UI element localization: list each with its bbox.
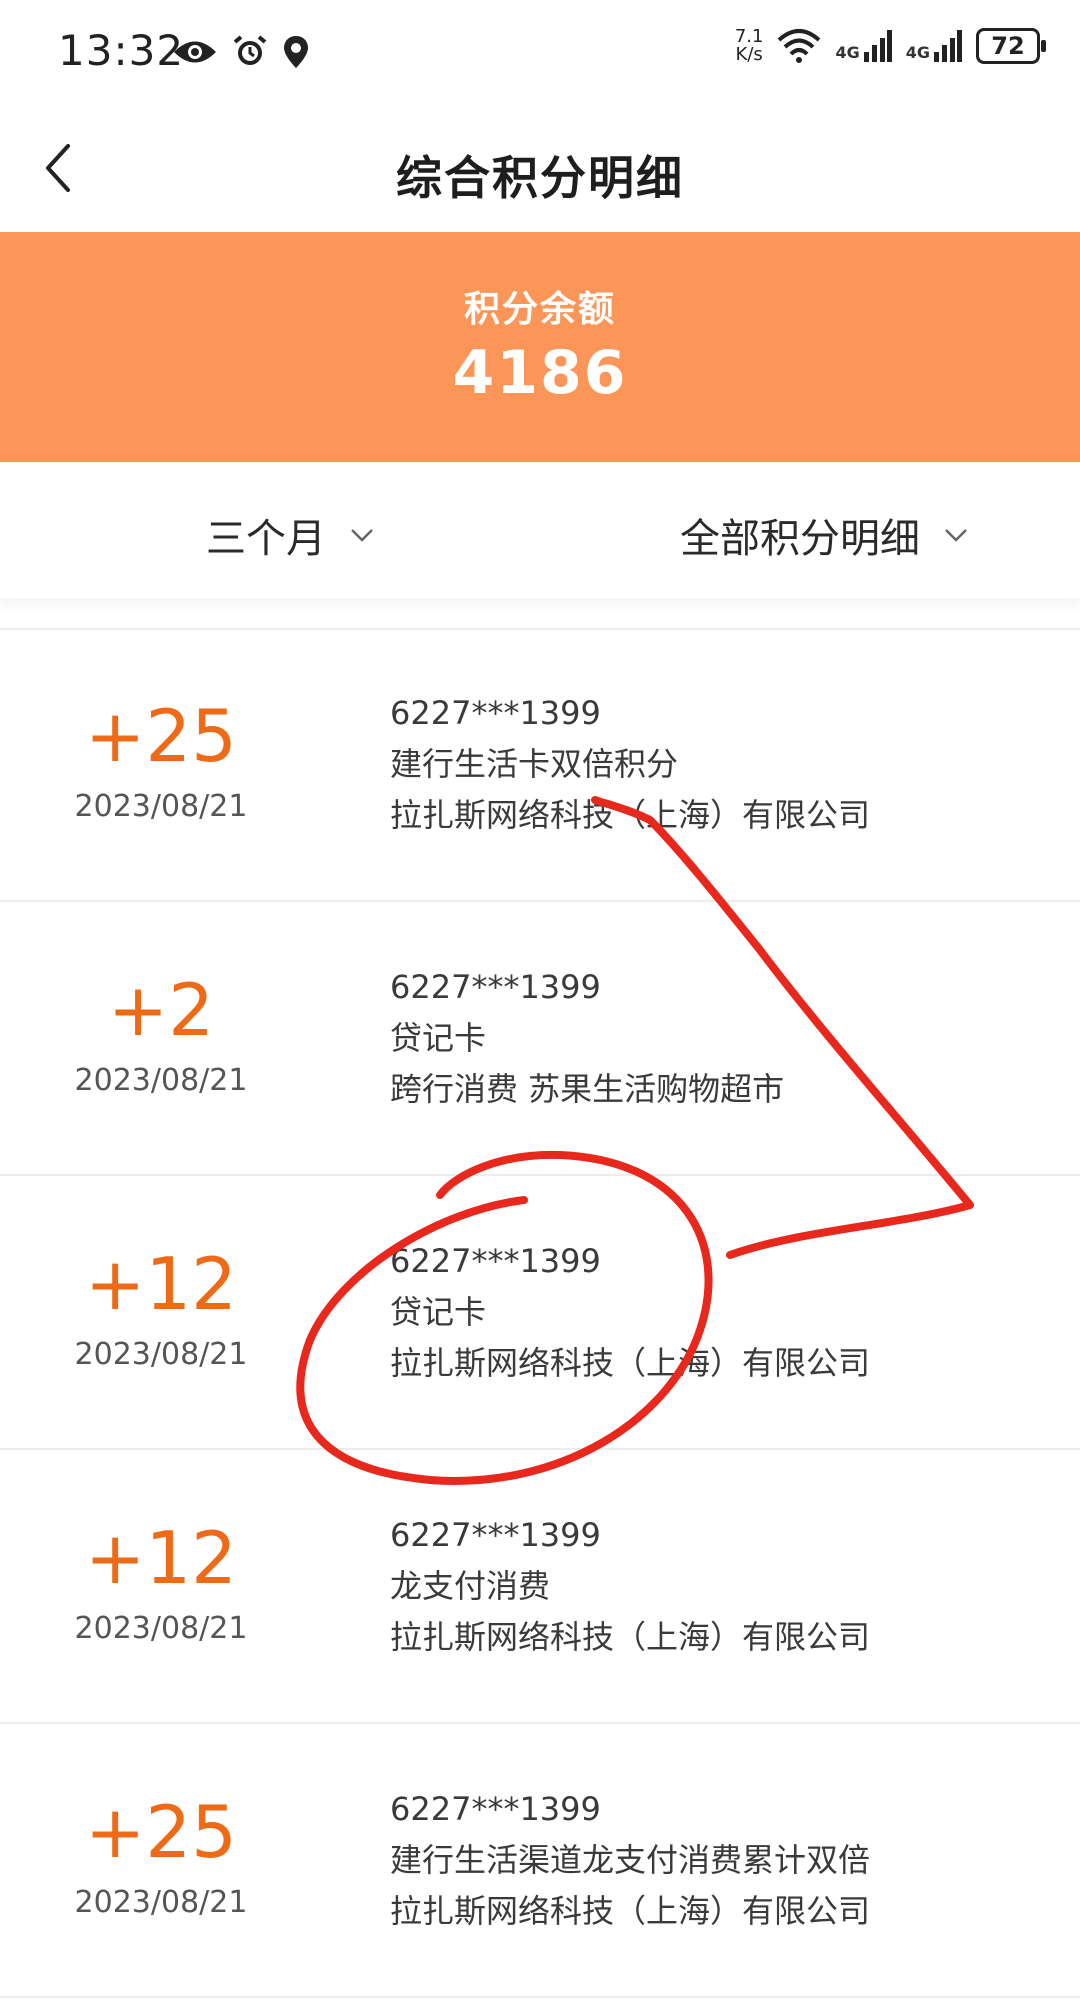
status-icons-left xyxy=(172,34,310,70)
battery-indicator: 72 xyxy=(976,28,1046,64)
points-change: +2 xyxy=(107,968,215,1052)
signal-2: 4G xyxy=(906,30,962,62)
list-item[interactable]: +12 2023/08/21 6227***1399 龙支付消费 拉扎斯网络科技… xyxy=(0,1450,1080,1724)
signal-1: 4G xyxy=(835,30,892,62)
status-icons-right: 7.1 K/s 4G 4G 72 xyxy=(735,28,1046,64)
filter-bar: 三个月 全部积分明细 xyxy=(0,462,1080,598)
type-filter-label: 全部积分明细 xyxy=(680,516,920,562)
status-bar: 13:32 7.1 K/s 4G 4G 72 xyxy=(0,0,1080,106)
alarm-icon xyxy=(233,35,267,65)
points-change: +12 xyxy=(85,1242,237,1326)
page-title: 综合积分明细 xyxy=(396,151,684,205)
signal-bars-icon xyxy=(934,30,962,62)
network-label-2: 4G xyxy=(905,43,930,62)
record-date: 2023/08/21 xyxy=(74,1611,248,1646)
card-number: 6227***1399 xyxy=(390,968,601,1006)
points-change: +25 xyxy=(85,1790,237,1874)
record-category: 建行生活渠道龙支付消费累计双倍 xyxy=(390,1841,871,1879)
record-info: 6227***1399 贷记卡 跨行消费 苏果生活购物超市 xyxy=(390,962,784,1115)
type-filter-dropdown[interactable]: 全部积分明细 xyxy=(680,506,970,564)
list-item[interactable]: +12 2023/08/21 6227***1399 贷记卡 拉扎斯网络科技（上… xyxy=(0,1176,1080,1450)
card-number: 6227***1399 xyxy=(390,694,601,732)
list-item[interactable]: +25 2023/08/21 6227***1399 建行生活卡双倍积分 拉扎斯… xyxy=(0,628,1080,902)
balance-label: 积分余额 xyxy=(463,289,616,330)
card-number: 6227***1399 xyxy=(390,1790,601,1828)
period-filter-label: 三个月 xyxy=(206,516,326,562)
record-category: 贷记卡 xyxy=(390,1293,487,1331)
record-date: 2023/08/21 xyxy=(74,1063,248,1098)
record-info: 6227***1399 建行生活卡双倍积分 拉扎斯网络科技（上海）有限公司 xyxy=(390,688,870,841)
record-category: 贷记卡 xyxy=(390,1019,487,1057)
record-date: 2023/08/21 xyxy=(74,1337,248,1372)
record-info: 6227***1399 贷记卡 拉扎斯网络科技（上海）有限公司 xyxy=(390,1236,870,1389)
eye-icon xyxy=(174,41,216,63)
network-speed: 7.1 K/s xyxy=(735,28,764,64)
status-time: 13:32 xyxy=(58,26,185,75)
points-change: +12 xyxy=(85,1516,237,1600)
speed-unit: K/s xyxy=(735,44,763,65)
merchant-name: 拉扎斯网络科技（上海）有限公司 xyxy=(390,1618,871,1656)
balance-banner: 积分余额 4186 xyxy=(0,232,1080,462)
wifi-icon xyxy=(778,29,821,63)
record-date: 2023/08/21 xyxy=(74,789,248,824)
record-category: 建行生活卡双倍积分 xyxy=(390,745,679,783)
list-item[interactable]: +2 2023/08/21 6227***1399 贷记卡 跨行消费 苏果生活购… xyxy=(0,902,1080,1176)
merchant-name: 跨行消费 苏果生活购物超市 xyxy=(390,1070,785,1108)
points-change: +25 xyxy=(85,694,237,778)
record-category: 龙支付消费 xyxy=(390,1567,551,1605)
nav-bar: 综合积分明细 xyxy=(0,106,1080,232)
balance-value: 4186 xyxy=(452,338,628,408)
chevron-down-icon xyxy=(945,529,967,542)
merchant-name: 拉扎斯网络科技（上海）有限公司 xyxy=(390,1892,871,1930)
record-info: 6227***1399 建行生活渠道龙支付消费累计双倍 拉扎斯网络科技（上海）有… xyxy=(390,1784,870,1937)
card-number: 6227***1399 xyxy=(390,1242,601,1280)
merchant-name: 拉扎斯网络科技（上海）有限公司 xyxy=(390,1344,871,1382)
record-info: 6227***1399 龙支付消费 拉扎斯网络科技（上海）有限公司 xyxy=(390,1510,870,1663)
record-date: 2023/08/21 xyxy=(74,1885,248,1920)
merchant-name: 拉扎斯网络科技（上海）有限公司 xyxy=(390,796,871,834)
network-label-1: 4G xyxy=(835,43,860,62)
card-number: 6227***1399 xyxy=(390,1516,601,1554)
period-filter-dropdown[interactable]: 三个月 xyxy=(206,506,376,564)
signal-bars-icon xyxy=(863,30,892,62)
points-record-list: +25 2023/08/21 6227***1399 建行生活卡双倍积分 拉扎斯… xyxy=(0,628,1080,1998)
list-item[interactable]: +25 2023/08/21 6227***1399 建行生活渠道龙支付消费累计… xyxy=(0,1724,1080,1998)
location-icon xyxy=(284,36,308,68)
chevron-down-icon xyxy=(351,529,373,542)
